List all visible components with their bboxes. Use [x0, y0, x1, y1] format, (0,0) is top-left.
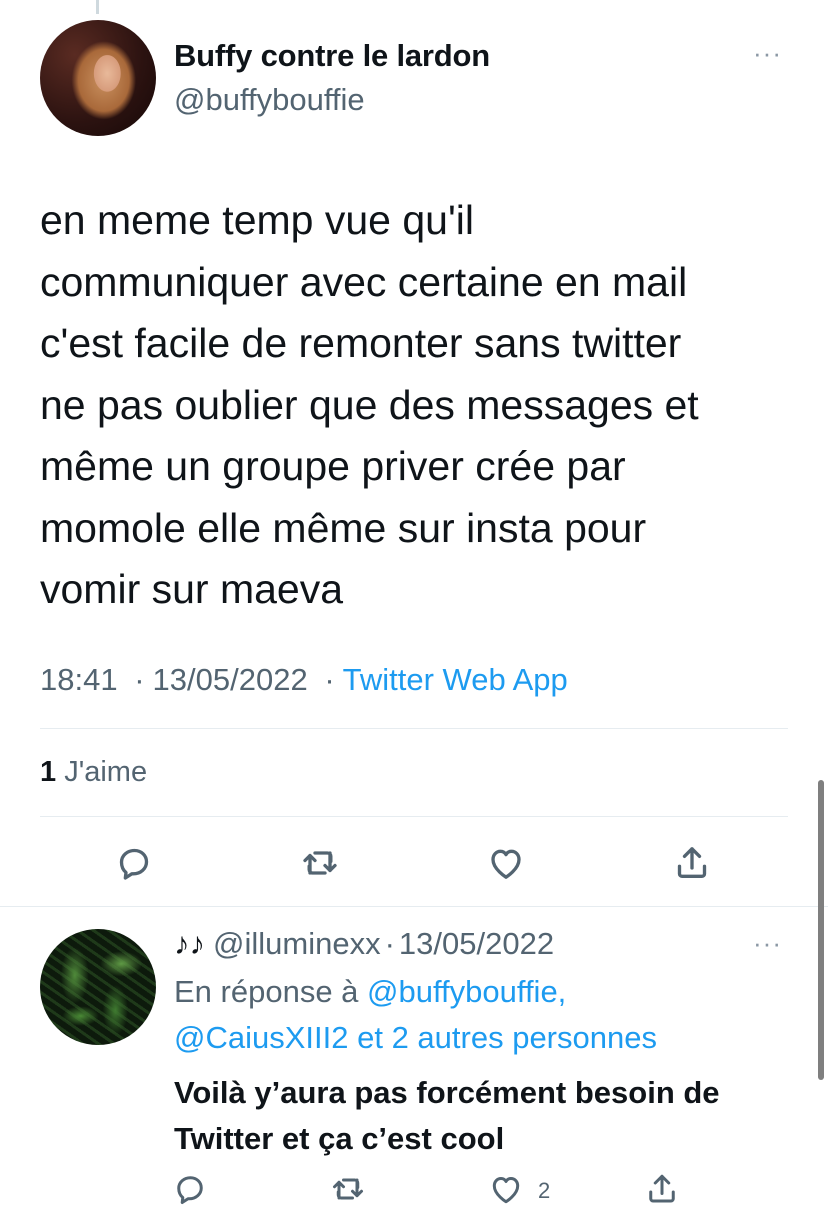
reply-icon[interactable] — [172, 1171, 208, 1207]
tweet-time[interactable]: 18:41 — [40, 662, 118, 697]
author-handle[interactable]: @buffybouffie — [174, 82, 365, 118]
tweet-text: en meme temp vue qu'il communiquer avec … — [40, 190, 800, 621]
reply-prefix: En réponse à — [174, 974, 359, 1009]
like-icon[interactable] — [486, 843, 526, 883]
tweet-text-line: en meme temp vue qu'il — [40, 197, 474, 243]
thread-connector-line — [96, 0, 99, 14]
reply-text: Voilà y’aura pas forcément besoin de Twi… — [174, 1070, 720, 1162]
tweet-text-line: même un groupe priver crée par — [40, 443, 626, 489]
mention-link[interactable]: @buffybouffie, — [367, 974, 566, 1009]
share-icon[interactable] — [672, 843, 712, 883]
tweet-text-line: c'est facile de remonter sans twitter — [40, 320, 682, 366]
reply-icon[interactable] — [114, 843, 154, 883]
reply-more-options-icon[interactable]: ··· — [753, 930, 782, 956]
meta-separator: · — [384, 926, 395, 961]
author-avatar[interactable] — [40, 20, 156, 136]
mention-link[interactable]: @CaiusXIII2 — [174, 1020, 348, 1055]
divider — [40, 728, 788, 729]
music-notes-emoji: ♪♪ — [174, 926, 205, 961]
retweet-icon[interactable] — [300, 843, 340, 883]
more-options-icon[interactable]: ··· — [753, 40, 782, 66]
reply-header: ♪♪ @illuminexx · 13/05/2022 — [174, 926, 554, 962]
tweet-text-line: communiquer avec certaine en mail — [40, 258, 688, 305]
reply-author-handle[interactable]: @illuminexx — [213, 926, 381, 961]
tweet-date[interactable]: 13/05/2022 — [153, 662, 308, 697]
share-icon[interactable] — [644, 1171, 680, 1207]
meta-separator: · — [324, 662, 335, 697]
tweet-text-line: momole elle même sur insta pour — [40, 504, 647, 551]
reply-context: @CaiusXIII2 et 2 autres personnes — [174, 1020, 657, 1056]
like-count: 2 — [538, 1178, 551, 1203]
tweet-text-line: vomir sur maeva — [40, 566, 344, 612]
reply-author-avatar[interactable] — [40, 929, 156, 1045]
author-display-name[interactable]: Buffy contre le lardon — [174, 38, 490, 74]
reply-text-line: Twitter et ça c’est cool — [174, 1121, 505, 1156]
scrollbar[interactable] — [818, 780, 824, 1080]
divider — [40, 816, 788, 817]
retweet-icon[interactable] — [330, 1171, 366, 1207]
likes-count: 1 — [40, 756, 57, 788]
other-mentions-link[interactable]: et 2 autres personnes — [357, 1020, 657, 1055]
divider — [0, 906, 828, 907]
tweet-metadata: 18:41 · 13/05/2022 · Twitter Web App — [40, 662, 568, 698]
likes-label: J'aime — [64, 756, 148, 788]
like-icon[interactable] — [488, 1171, 524, 1207]
tweet-text-line: ne pas oublier que des messages et — [40, 381, 699, 428]
reply-text-line: Voilà y’aura pas forcément besoin de — [174, 1075, 720, 1110]
tweet-source-link[interactable]: Twitter Web App — [343, 662, 568, 697]
reply-date[interactable]: 13/05/2022 — [399, 926, 554, 961]
reply-context: En réponse à @buffybouffie, — [174, 974, 566, 1010]
likes-summary[interactable]: 1 J'aime — [40, 756, 147, 789]
meta-separator: · — [134, 662, 145, 697]
